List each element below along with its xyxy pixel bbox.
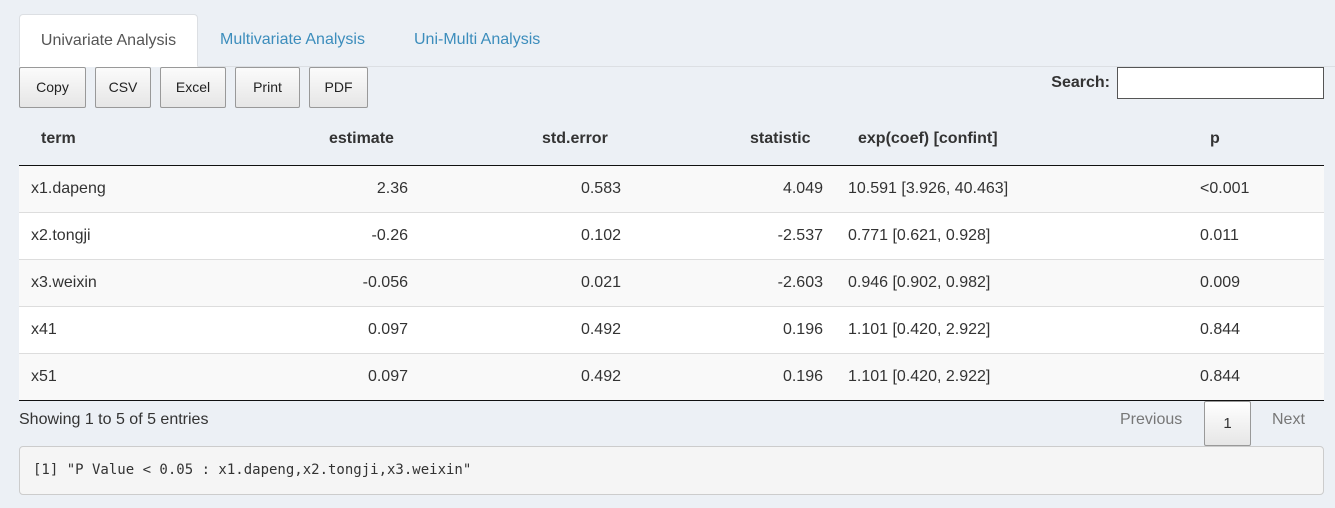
cell-term: x3.weixin bbox=[31, 274, 97, 291]
cell-estimate: -0.26 bbox=[371, 227, 408, 244]
cell-exp-coef: 0.771 [0.621, 0.928] bbox=[848, 227, 991, 244]
table-row: x3.weixin -0.056 0.021 -2.603 0.946 [0.9… bbox=[19, 260, 1324, 307]
copy-button[interactable]: Copy bbox=[19, 67, 86, 108]
cell-estimate: 0.097 bbox=[367, 321, 408, 338]
cell-std-error: 0.583 bbox=[580, 180, 621, 197]
cell-term: x51 bbox=[31, 368, 57, 385]
search-input[interactable] bbox=[1117, 67, 1324, 99]
results-table: term estimate std.error statistic exp(co… bbox=[19, 112, 1324, 401]
next-page-button[interactable]: Next bbox=[1272, 411, 1305, 429]
cell-std-error: 0.102 bbox=[580, 227, 621, 244]
column-header-std-error[interactable]: std.error bbox=[542, 112, 608, 165]
cell-std-error: 0.021 bbox=[580, 274, 621, 291]
table-row: x41 0.097 0.492 0.196 1.101 [0.420, 2.92… bbox=[19, 307, 1324, 354]
cell-exp-coef: 1.101 [0.420, 2.922] bbox=[848, 368, 991, 385]
cell-std-error: 0.492 bbox=[580, 321, 621, 338]
cell-exp-coef: 10.591 [3.926, 40.463] bbox=[848, 180, 1009, 197]
cell-p: 0.011 bbox=[1200, 227, 1239, 244]
column-header-estimate[interactable]: estimate bbox=[329, 112, 394, 165]
cell-estimate: 2.36 bbox=[376, 180, 408, 197]
table-info: Showing 1 to 5 of 5 entries bbox=[19, 411, 209, 428]
tab-uni-multi-analysis[interactable]: Uni-Multi Analysis bbox=[414, 14, 540, 66]
console-output: [1] "P Value < 0.05 : x1.dapeng,x2.tongj… bbox=[19, 446, 1324, 495]
search-label: Search: bbox=[1051, 74, 1110, 91]
column-header-term[interactable]: term bbox=[41, 112, 76, 165]
column-header-p[interactable]: p bbox=[1210, 112, 1220, 165]
cell-exp-coef: 1.101 [0.420, 2.922] bbox=[848, 321, 991, 338]
table-header: term estimate std.error statistic exp(co… bbox=[19, 112, 1324, 166]
cell-statistic: 0.196 bbox=[782, 368, 823, 385]
cell-estimate: -0.056 bbox=[362, 274, 408, 291]
tab-univariate-analysis[interactable]: Univariate Analysis bbox=[19, 14, 198, 67]
tab-bar: Univariate Analysis Multivariate Analysi… bbox=[19, 14, 1335, 67]
tab-multivariate-analysis[interactable]: Multivariate Analysis bbox=[220, 14, 365, 66]
cell-statistic: 4.049 bbox=[782, 180, 823, 197]
column-header-statistic[interactable]: statistic bbox=[750, 112, 810, 165]
column-header-exp-coef[interactable]: exp(coef) [confint] bbox=[858, 112, 998, 165]
pdf-button[interactable]: PDF bbox=[309, 67, 368, 108]
cell-term: x1.dapeng bbox=[31, 180, 106, 197]
cell-statistic: -2.603 bbox=[777, 274, 823, 291]
table-row: x2.tongji -0.26 0.102 -2.537 0.771 [0.62… bbox=[19, 213, 1324, 260]
cell-p: 0.844 bbox=[1200, 368, 1241, 385]
table-row: x51 0.097 0.492 0.196 1.101 [0.420, 2.92… bbox=[19, 354, 1324, 401]
excel-button[interactable]: Excel bbox=[160, 67, 226, 108]
previous-page-button[interactable]: Previous bbox=[1120, 411, 1182, 429]
cell-p: 0.844 bbox=[1200, 321, 1241, 338]
cell-term: x2.tongji bbox=[31, 227, 91, 244]
cell-std-error: 0.492 bbox=[580, 368, 621, 385]
cell-estimate: 0.097 bbox=[367, 368, 408, 385]
csv-button[interactable]: CSV bbox=[95, 67, 151, 108]
cell-exp-coef: 0.946 [0.902, 0.982] bbox=[848, 274, 991, 291]
print-button[interactable]: Print bbox=[235, 67, 300, 108]
cell-p: 0.009 bbox=[1200, 274, 1241, 291]
cell-statistic: 0.196 bbox=[782, 321, 823, 338]
table-row: x1.dapeng 2.36 0.583 4.049 10.591 [3.926… bbox=[19, 166, 1324, 213]
cell-statistic: -2.537 bbox=[777, 227, 823, 244]
cell-p: <0.001 bbox=[1200, 180, 1250, 197]
page-1-button[interactable]: 1 bbox=[1204, 401, 1251, 446]
cell-term: x41 bbox=[31, 321, 57, 338]
